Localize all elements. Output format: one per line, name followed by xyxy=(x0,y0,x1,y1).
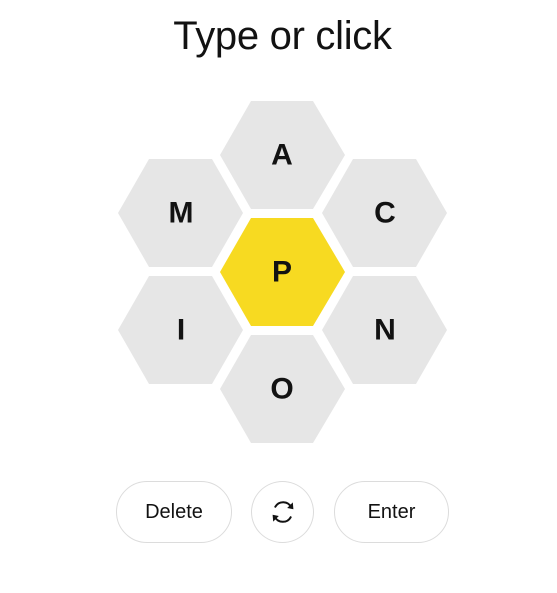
hive-letter-upper-left: M xyxy=(169,197,194,230)
shuffle-icon xyxy=(272,501,293,523)
hive-cell-upper-right[interactable]: C xyxy=(322,159,447,267)
hive-letter-upper-right: C xyxy=(374,197,396,230)
hive-letter-lower-right: N xyxy=(374,314,396,347)
hive-cell-upper-left[interactable]: M xyxy=(118,159,243,267)
hive-cell-lower-left[interactable]: I xyxy=(118,276,243,384)
delete-button[interactable]: Delete xyxy=(116,481,232,543)
hive-letter-bottom: O xyxy=(270,373,293,406)
hive-letter-center: P xyxy=(272,256,292,289)
hive-cell-bottom[interactable]: O xyxy=(220,335,345,443)
hive-cell-lower-right[interactable]: N xyxy=(322,276,447,384)
hive-cell-top[interactable]: A xyxy=(220,101,345,209)
hive-letter-top: A xyxy=(271,139,293,172)
enter-button[interactable]: Enter xyxy=(334,481,449,543)
hive-cell-center[interactable]: P xyxy=(220,218,345,326)
enter-button-label: Enter xyxy=(367,500,416,523)
hive-letter-lower-left: I xyxy=(177,314,185,347)
shuffle-button[interactable] xyxy=(251,481,314,543)
delete-button-label: Delete xyxy=(145,500,203,523)
